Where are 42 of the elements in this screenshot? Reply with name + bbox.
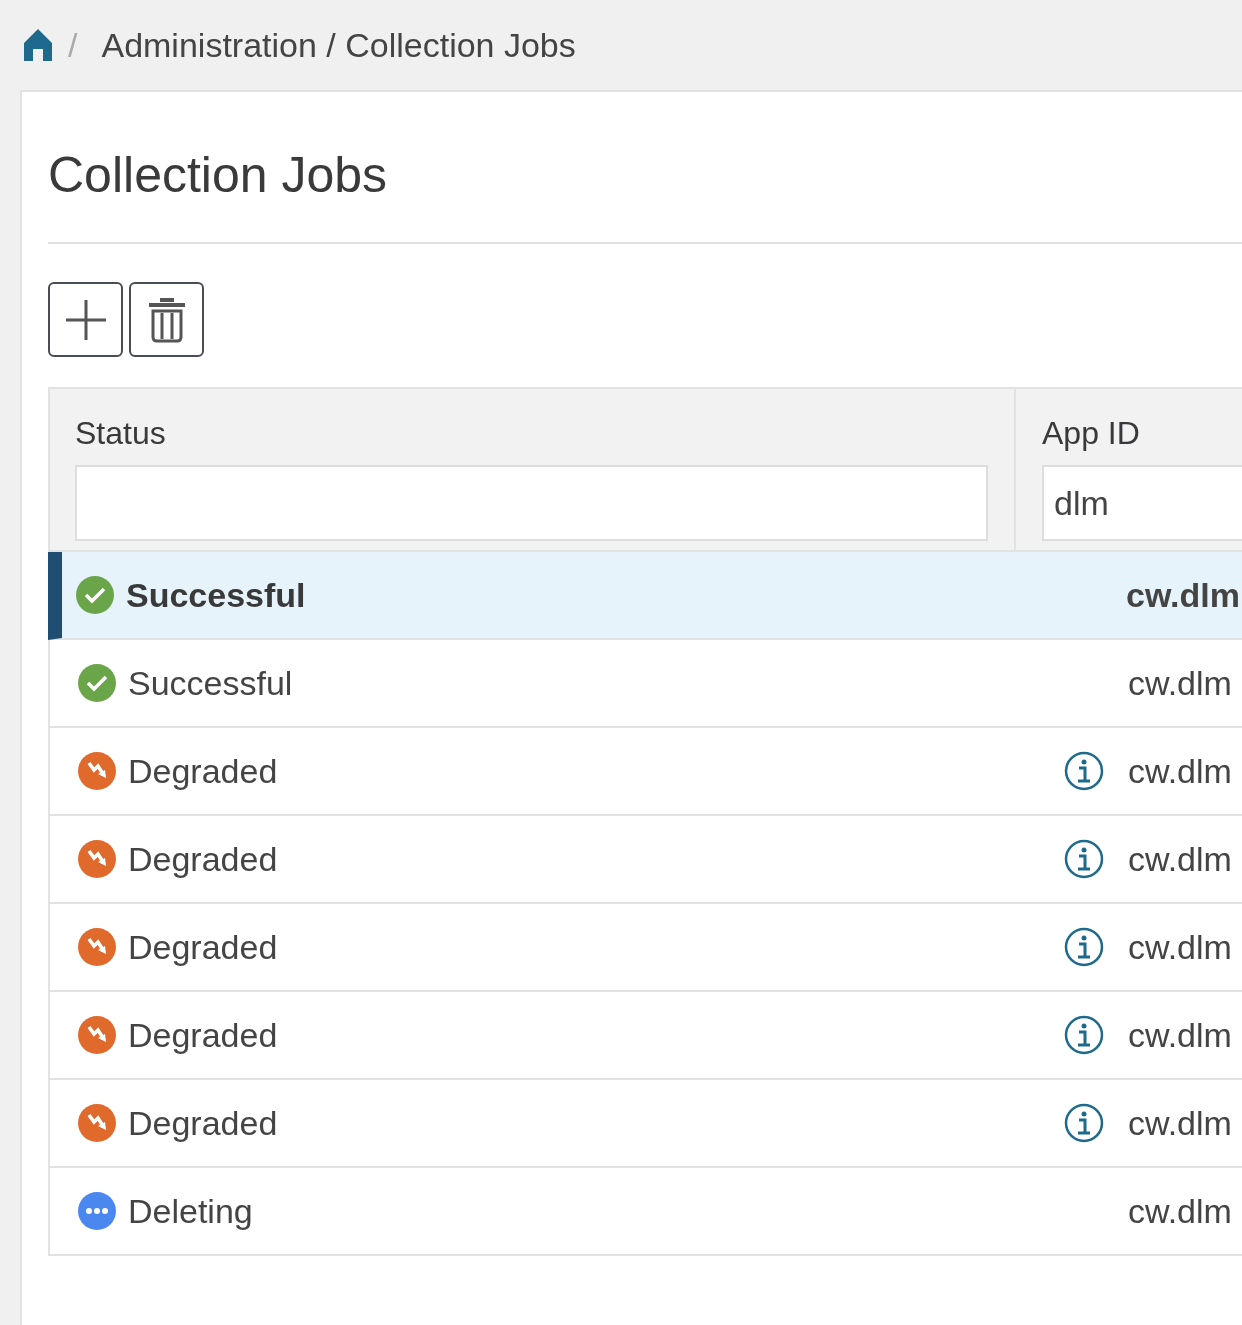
- status-text: Degraded: [128, 1102, 279, 1144]
- app-id-cell-text: cw.dlm: [1128, 1014, 1232, 1056]
- success-icon: [78, 664, 116, 702]
- status-text: Degraded: [128, 838, 279, 880]
- trash-icon: [146, 296, 187, 343]
- table-row[interactable]: Successful cw.dlm: [48, 552, 1242, 640]
- app-id-cell-text: cw.dlm: [1128, 662, 1232, 704]
- app-id-cell-text: cw.dlm: [1128, 1190, 1232, 1232]
- degraded-icon: [78, 840, 116, 878]
- info-icon[interactable]: [1064, 927, 1104, 967]
- app-id-cell-text: cw.dlm: [1128, 926, 1232, 968]
- status-text: Successful: [126, 574, 307, 616]
- app-id-cell-text: cw.dlm: [1128, 750, 1232, 792]
- success-icon: [76, 576, 114, 614]
- info-icon[interactable]: [1064, 1103, 1104, 1143]
- status-text: Successful: [128, 662, 294, 704]
- info-icon[interactable]: [1064, 751, 1104, 791]
- status-text: Degraded: [128, 1014, 279, 1056]
- plus-icon: [63, 297, 108, 342]
- app-id-cell-text: cw.dlm: [1126, 574, 1240, 616]
- in-progress-icon: [78, 1192, 116, 1230]
- status-text: Degraded: [128, 926, 279, 968]
- info-icon[interactable]: [1064, 1015, 1104, 1055]
- column-header[interactable]: Status: [75, 409, 988, 465]
- filter-field[interactable]: dlm: [1042, 465, 1242, 541]
- app-id-cell-text: cw.dlm: [1128, 838, 1232, 880]
- breadcrumb-separator: /: [68, 24, 78, 66]
- home-icon[interactable]: [22, 27, 54, 63]
- status-text: Deleting: [128, 1190, 254, 1232]
- breadcrumb[interactable]: Administration / Collection Jobs: [101, 19, 576, 71]
- column-header[interactable]: App ID: [1042, 409, 1242, 465]
- degraded-icon: [78, 752, 116, 790]
- degraded-icon: [78, 1016, 116, 1054]
- filter-field[interactable]: [75, 465, 988, 541]
- page-title: Collection Jobs: [48, 146, 389, 205]
- delete-button[interactable]: [129, 282, 204, 357]
- add-button[interactable]: [48, 282, 123, 357]
- info-icon[interactable]: [1064, 839, 1104, 879]
- app-id-cell-text: cw.dlm: [1128, 1102, 1232, 1144]
- degraded-icon: [78, 928, 116, 966]
- degraded-icon: [78, 1104, 116, 1142]
- status-text: Degraded: [128, 750, 279, 792]
